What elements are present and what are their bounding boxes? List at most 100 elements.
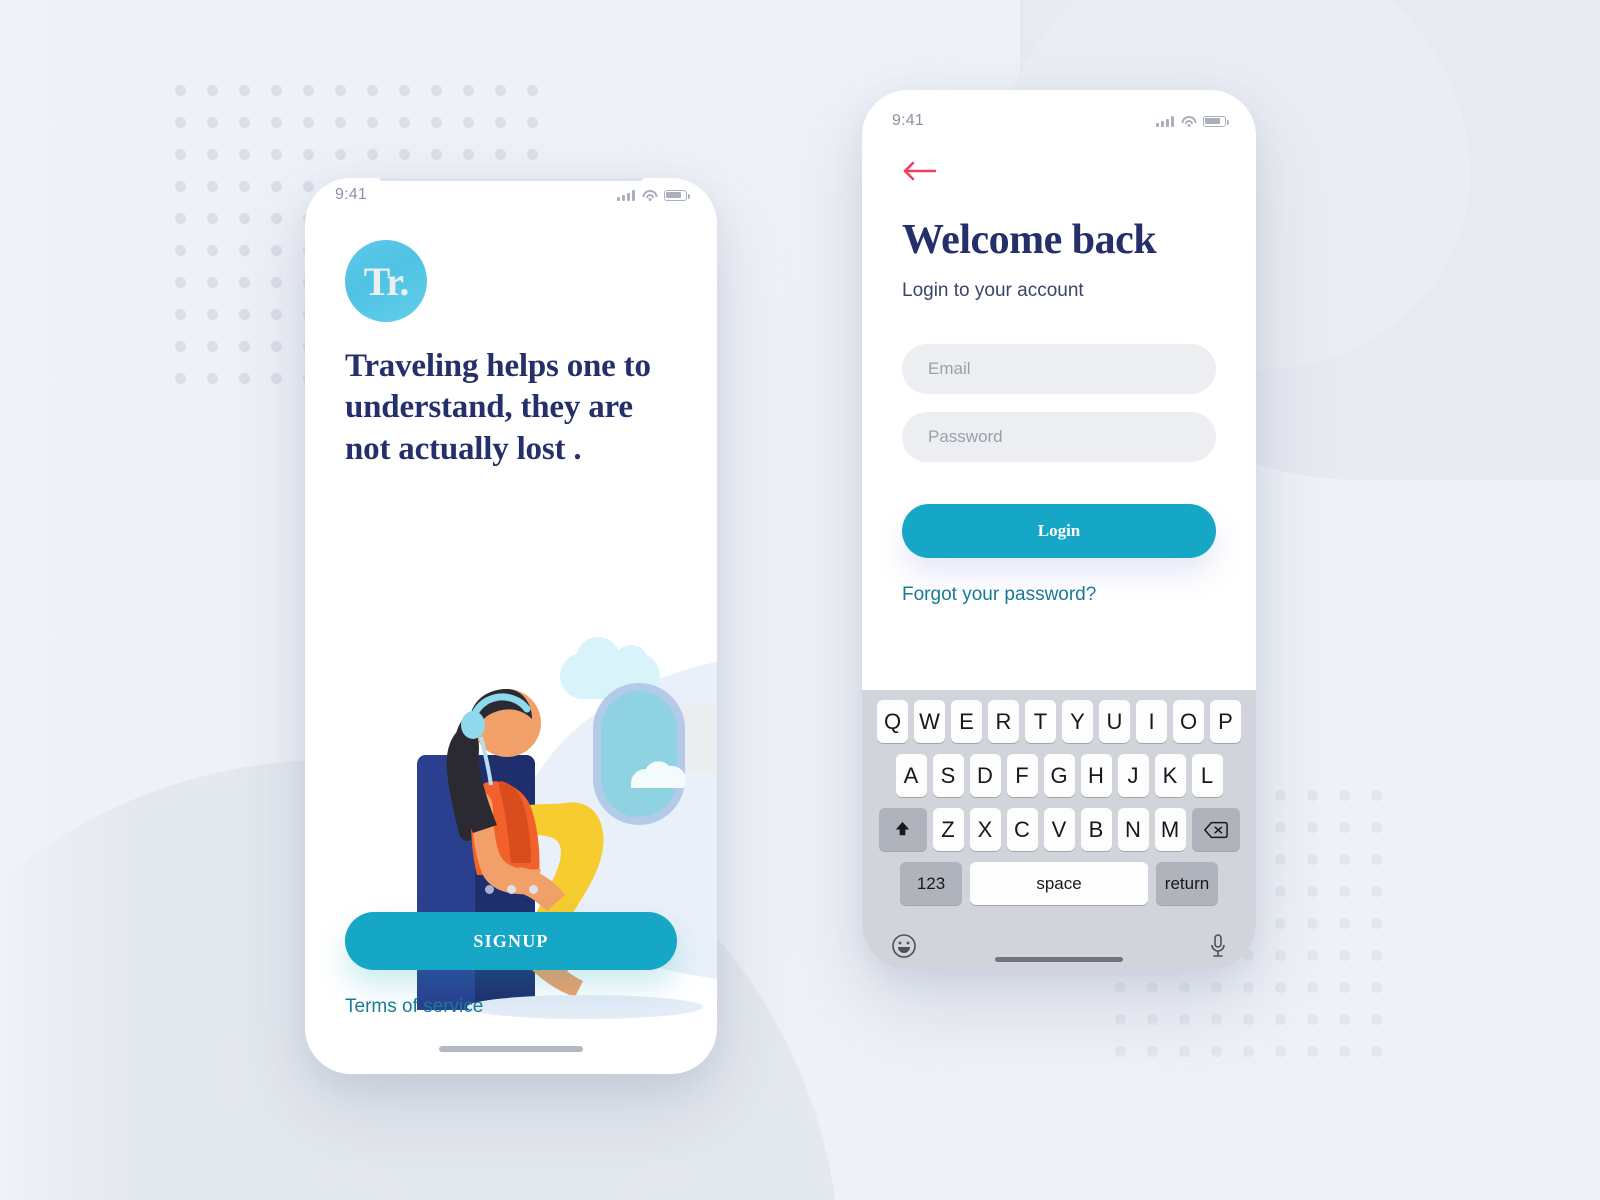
dot xyxy=(1371,822,1382,833)
key-d[interactable]: D xyxy=(969,754,1001,797)
key-o[interactable]: O xyxy=(1173,700,1204,743)
key-z[interactable]: Z xyxy=(932,808,964,851)
dot xyxy=(1275,982,1286,993)
key-l[interactable]: L xyxy=(1191,754,1223,797)
dot xyxy=(335,149,346,160)
space-key[interactable]: space xyxy=(970,862,1148,905)
key-e[interactable]: E xyxy=(951,700,982,743)
onboarding-phone: 9:41 Tr. Traveling helps one to understa… xyxy=(305,178,717,1074)
dot xyxy=(1307,886,1318,897)
dot xyxy=(527,117,538,128)
key-r[interactable]: R xyxy=(988,700,1019,743)
dot xyxy=(175,373,186,384)
dot xyxy=(207,373,218,384)
dot xyxy=(431,117,442,128)
dot xyxy=(1307,790,1318,801)
dot xyxy=(1275,1014,1286,1025)
key-i[interactable]: I xyxy=(1136,700,1167,743)
forgot-password-link[interactable]: Forgot your password? xyxy=(902,584,1096,606)
dot xyxy=(1371,790,1382,801)
terms-of-service-link[interactable]: Terms of service xyxy=(345,996,483,1018)
dot xyxy=(463,149,474,160)
dot xyxy=(175,149,186,160)
back-arrow-icon[interactable] xyxy=(902,160,936,182)
dot xyxy=(1243,1046,1254,1057)
wifi-icon xyxy=(1181,115,1196,127)
dot xyxy=(1211,1014,1222,1025)
dot xyxy=(271,181,282,192)
dot xyxy=(271,213,282,224)
dot xyxy=(175,117,186,128)
key-w[interactable]: W xyxy=(914,700,945,743)
dot xyxy=(495,117,506,128)
emoji-smiley-icon[interactable] xyxy=(891,933,917,959)
dot xyxy=(1307,822,1318,833)
wifi-icon xyxy=(642,189,657,201)
dot xyxy=(207,277,218,288)
key-y[interactable]: Y xyxy=(1062,700,1093,743)
page-dot-1[interactable] xyxy=(484,885,494,894)
dot xyxy=(271,245,282,256)
dot xyxy=(1307,918,1318,929)
dot xyxy=(1147,982,1158,993)
on-screen-keyboard: QWERTYUIOP ASDFGHJKL ZXCVBNM 123 space r… xyxy=(862,690,1256,970)
key-f[interactable]: F xyxy=(1006,754,1038,797)
dot xyxy=(1371,950,1382,961)
dot xyxy=(1339,886,1350,897)
key-p[interactable]: P xyxy=(1210,700,1241,743)
dot xyxy=(207,85,218,96)
key-x[interactable]: X xyxy=(969,808,1001,851)
home-indicator xyxy=(995,957,1123,962)
page-dot-2[interactable] xyxy=(506,885,516,894)
key-s[interactable]: S xyxy=(932,754,964,797)
key-v[interactable]: V xyxy=(1043,808,1075,851)
return-key[interactable]: return xyxy=(1156,862,1218,905)
dot xyxy=(335,117,346,128)
numeric-key[interactable]: 123 xyxy=(900,862,962,905)
background-decoration xyxy=(0,0,1600,1200)
dot xyxy=(1179,1046,1190,1057)
key-q[interactable]: Q xyxy=(877,700,908,743)
dot xyxy=(207,149,218,160)
key-k[interactable]: K xyxy=(1154,754,1186,797)
key-a[interactable]: A xyxy=(895,754,927,797)
dot xyxy=(239,85,250,96)
dot xyxy=(175,277,186,288)
key-h[interactable]: H xyxy=(1080,754,1112,797)
signup-button[interactable]: SIGNUP xyxy=(345,912,677,970)
dot xyxy=(1275,950,1286,961)
page-dot-3[interactable] xyxy=(528,885,538,894)
key-m[interactable]: M xyxy=(1154,808,1186,851)
password-field[interactable] xyxy=(902,412,1216,462)
key-u[interactable]: U xyxy=(1099,700,1130,743)
dot xyxy=(1275,790,1286,801)
key-c[interactable]: C xyxy=(1006,808,1038,851)
shift-up-icon[interactable] xyxy=(878,808,927,851)
dot xyxy=(239,309,250,320)
email-field[interactable] xyxy=(902,344,1216,394)
login-phone: 9:41 Welcome back Login to your account … xyxy=(862,90,1256,970)
key-j[interactable]: J xyxy=(1117,754,1149,797)
login-button[interactable]: Login xyxy=(902,504,1216,558)
backspace-icon[interactable] xyxy=(1191,808,1240,851)
key-g[interactable]: G xyxy=(1043,754,1075,797)
page-indicator[interactable] xyxy=(305,885,717,894)
key-t[interactable]: T xyxy=(1025,700,1056,743)
keyboard-row-4: 123 space return xyxy=(865,862,1253,905)
dot xyxy=(367,149,378,160)
status-bar: 9:41 xyxy=(862,90,1256,138)
dot xyxy=(175,213,186,224)
signal-icon xyxy=(1156,115,1174,127)
dot xyxy=(271,149,282,160)
key-n[interactable]: N xyxy=(1117,808,1149,851)
dot xyxy=(239,373,250,384)
keyboard-row-3: ZXCVBNM xyxy=(865,808,1253,851)
dot xyxy=(1339,790,1350,801)
status-time: 9:41 xyxy=(892,112,924,129)
key-b[interactable]: B xyxy=(1080,808,1112,851)
dot xyxy=(303,117,314,128)
signal-icon xyxy=(617,189,635,201)
dot xyxy=(175,341,186,352)
microphone-icon[interactable] xyxy=(1209,933,1227,959)
dot xyxy=(1275,886,1286,897)
